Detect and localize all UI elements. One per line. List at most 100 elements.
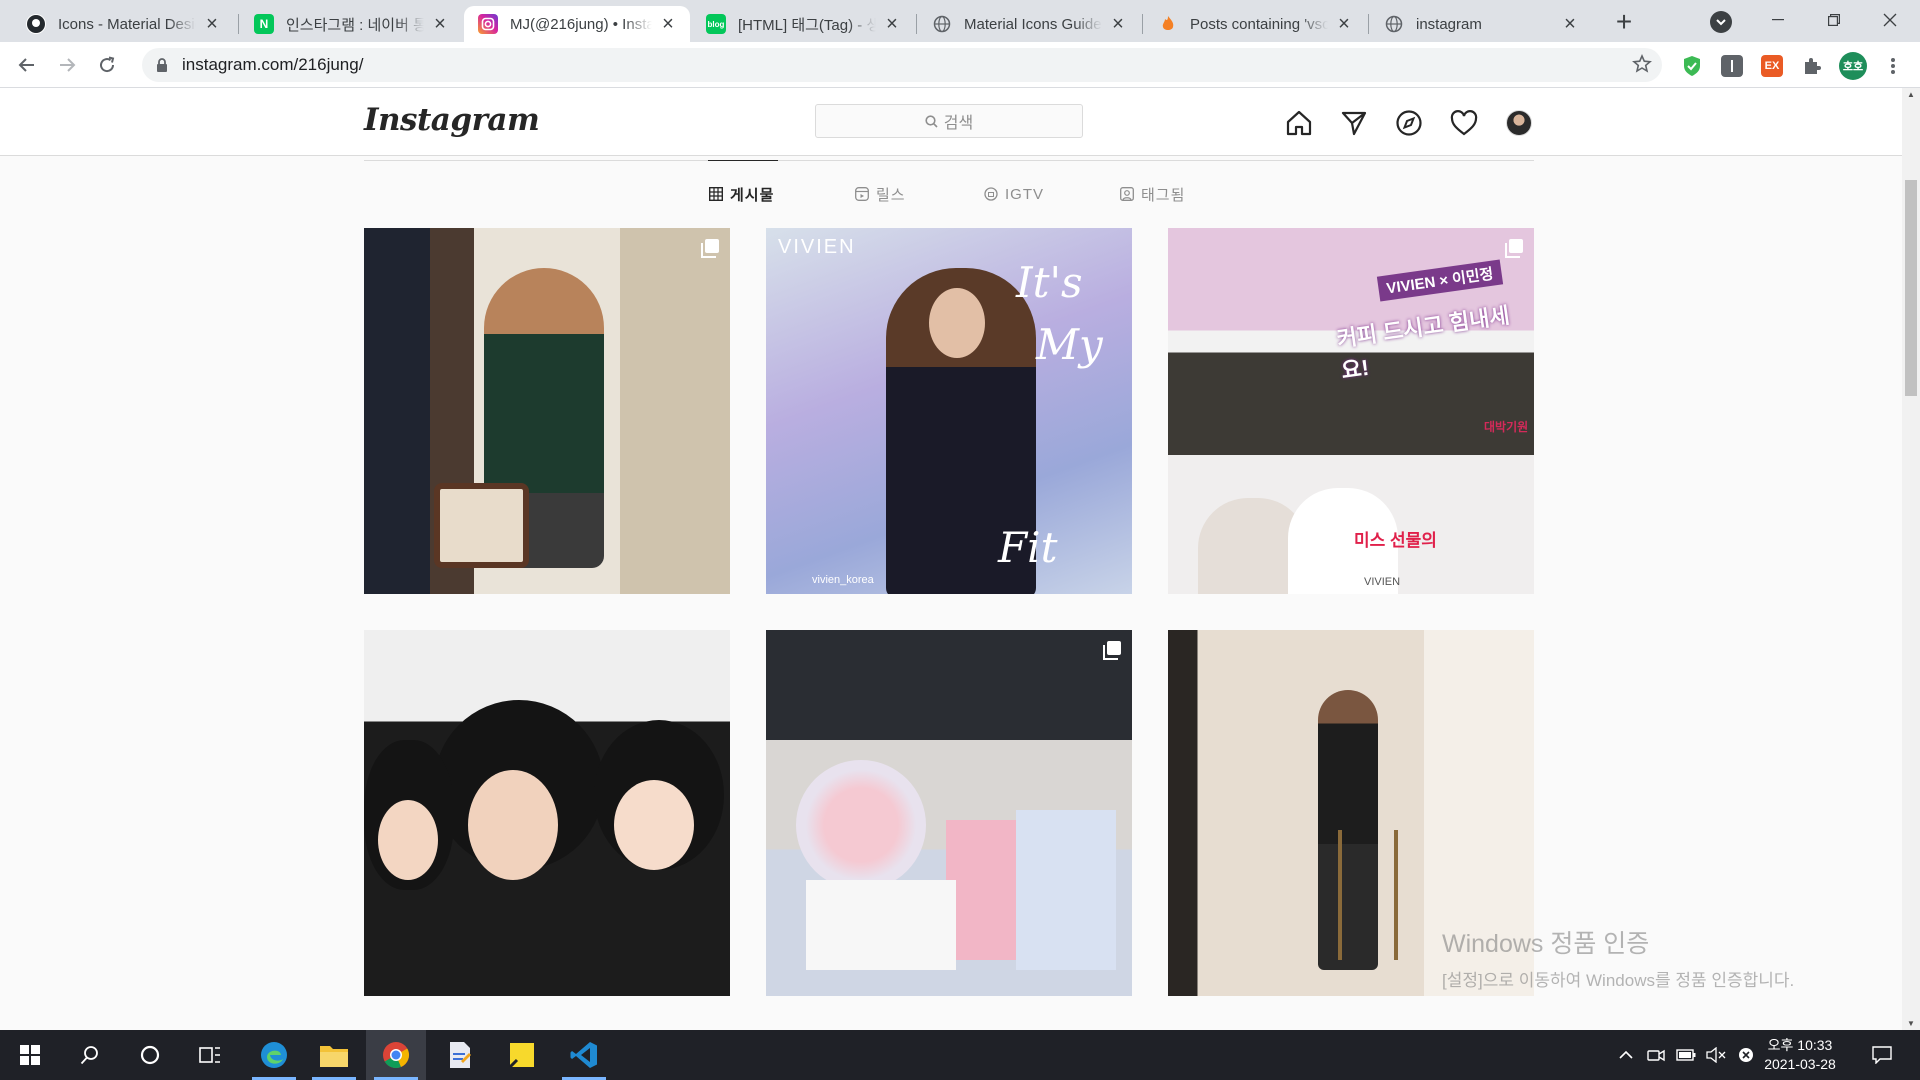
post-overlay-text: My (1036, 320, 1103, 369)
profile-avatar[interactable]: 호호 (1839, 52, 1867, 80)
close-window-button[interactable] (1862, 0, 1918, 40)
bookmark-star-icon[interactable] (1632, 54, 1652, 79)
tab-tagged[interactable]: 태그됨 (1119, 184, 1185, 204)
browser-tab-1[interactable]: Icons - Material Design × (12, 6, 234, 42)
close-icon (1883, 13, 1897, 27)
chevron-up-icon (1619, 1050, 1633, 1059)
tab-reels[interactable]: 릴스 (854, 184, 906, 204)
tab-title: [HTML] 태그(Tag) - 생활코딩 (738, 16, 876, 34)
show-hidden-icons-chevron[interactable] (1614, 1030, 1638, 1080)
close-icon[interactable]: × (202, 13, 222, 35)
chrome-icon (383, 1042, 410, 1069)
instagram-header: Instagram 검색 (0, 88, 1902, 156)
instagram-logo[interactable]: Instagram (364, 102, 540, 138)
kebab-menu-icon[interactable] (1882, 55, 1904, 77)
taskbar-sticky-notes[interactable] (492, 1030, 552, 1080)
search-input[interactable]: 검색 (815, 104, 1083, 138)
browser-tab-2[interactable]: N 인스타그램 : 네이버 통합검색 × (240, 6, 462, 42)
browser-toolbar: instagram.com/216jung/ EX 호호 (0, 42, 1920, 88)
meet-now-icon[interactable] (1644, 1030, 1668, 1080)
tab-search-button[interactable] (1710, 11, 1732, 33)
info-extension-icon[interactable] (1721, 55, 1743, 77)
post-overlay-account: vivien_korea (812, 574, 874, 586)
taskbar-file-explorer[interactable] (304, 1030, 364, 1080)
explore-compass-icon[interactable] (1394, 108, 1424, 138)
notification-center-button[interactable] (1862, 1030, 1902, 1080)
tab-igtv[interactable]: IGTV (983, 184, 1044, 204)
tab-title: Material Icons Guide (964, 15, 1102, 33)
scroll-down-icon[interactable]: ▼ (1907, 1019, 1915, 1028)
post-thumbnail-2[interactable]: VIVIEN It's My Fit vivien_korea (766, 228, 1132, 594)
back-button[interactable] (12, 50, 42, 80)
scrollbar-thumb[interactable] (1905, 180, 1917, 396)
igtv-icon (983, 186, 999, 202)
browser-tab-3-active[interactable]: MJ(@216jung) • Instagram × (464, 6, 690, 42)
taskbar-edge[interactable] (244, 1030, 304, 1080)
close-icon[interactable]: × (1560, 13, 1580, 35)
taskbar-search-button[interactable] (60, 1030, 120, 1080)
post-thumbnail-4[interactable] (364, 630, 730, 996)
page-scrollbar[interactable]: ▲ ▼ (1902, 88, 1920, 1030)
tab-title: MJ(@216jung) • Instagram (510, 15, 652, 33)
address-bar[interactable]: instagram.com/216jung/ (142, 48, 1662, 82)
system-clock[interactable]: 오후 10:33 2021-03-28 (1752, 1036, 1848, 1074)
banner-text: 대박기원 (1484, 420, 1529, 434)
browser-tab-6[interactable]: Posts containing 'vscode' × (1144, 6, 1366, 42)
tab-title: Posts containing 'vscode' (1190, 15, 1328, 33)
post-thumbnail-5[interactable] (766, 630, 1132, 996)
browser-tab-4[interactable]: blog [HTML] 태그(Tag) - 생활코딩 × (692, 6, 914, 42)
close-icon[interactable]: × (1108, 13, 1128, 35)
profile-tabs-divider (364, 160, 1534, 161)
close-icon[interactable]: × (882, 13, 902, 35)
browser-tab-7[interactable]: instagram × (1370, 6, 1592, 42)
taskbar-chrome[interactable] (366, 1030, 426, 1080)
close-icon[interactable]: × (1334, 13, 1354, 35)
tab-posts[interactable]: 게시물 (708, 184, 774, 204)
tab-title: 인스타그램 : 네이버 통합검색 (286, 16, 424, 34)
puzzle-icon[interactable] (1801, 55, 1823, 77)
post-thumbnail-3[interactable]: VIVIEN × 이민정 커피 드시고 힘내세요! 대박기원 미스 선물의 VI… (1168, 228, 1534, 594)
volume-muted-icon[interactable] (1704, 1030, 1728, 1080)
restore-icon (1828, 14, 1840, 26)
direct-message-icon[interactable] (1339, 108, 1369, 138)
scroll-up-icon[interactable]: ▲ (1907, 90, 1915, 99)
search-icon (925, 114, 938, 128)
new-tab-button[interactable]: + (1608, 8, 1640, 38)
photo-face (378, 800, 438, 880)
tab-label: 태그됨 (1141, 186, 1186, 204)
cortana-circle-icon (140, 1045, 160, 1065)
windows-activation-watermark: Windows 정품 인증 [설정]으로 이동하여 Windows를 정품 인증… (1442, 924, 1794, 991)
search-placeholder: 검색 (943, 115, 974, 132)
profile-avatar-nav[interactable] (1504, 108, 1534, 138)
tab-title: instagram (1416, 15, 1482, 33)
photo-box (806, 880, 956, 970)
shield-icon[interactable] (1681, 55, 1703, 77)
banner-text: VIVIEN (1364, 576, 1401, 588)
restore-button[interactable] (1806, 0, 1862, 40)
forward-button[interactable] (52, 50, 82, 80)
activity-heart-icon[interactable] (1449, 108, 1479, 138)
reload-button[interactable] (92, 50, 122, 80)
home-icon[interactable] (1284, 108, 1314, 138)
grid-icon (708, 186, 724, 202)
taskbar-editor[interactable] (430, 1030, 490, 1080)
task-view-button[interactable] (180, 1030, 240, 1080)
close-icon[interactable]: × (658, 13, 678, 35)
browser-tab-5[interactable]: Material Icons Guide × (918, 6, 1140, 42)
start-button[interactable] (0, 1030, 60, 1080)
post-thumbnail-1[interactable] (364, 228, 730, 594)
tab-label: 릴스 (876, 186, 906, 204)
multiple-photos-icon (1505, 239, 1523, 258)
minimize-button[interactable] (1750, 0, 1806, 40)
ex-extension-icon[interactable]: EX (1761, 55, 1783, 77)
close-icon[interactable]: × (430, 13, 450, 35)
windows-taskbar: 오후 10:33 2021-03-28 (0, 1030, 1920, 1080)
photo-stool (1338, 830, 1398, 960)
tab-separator (1368, 14, 1369, 34)
cortana-button[interactable] (120, 1030, 180, 1080)
battery-icon[interactable] (1674, 1030, 1698, 1080)
taskbar-vscode[interactable] (554, 1030, 614, 1080)
github-icon (26, 14, 46, 34)
tab-label: IGTV (1005, 185, 1045, 203)
lock-icon[interactable] (154, 57, 170, 73)
